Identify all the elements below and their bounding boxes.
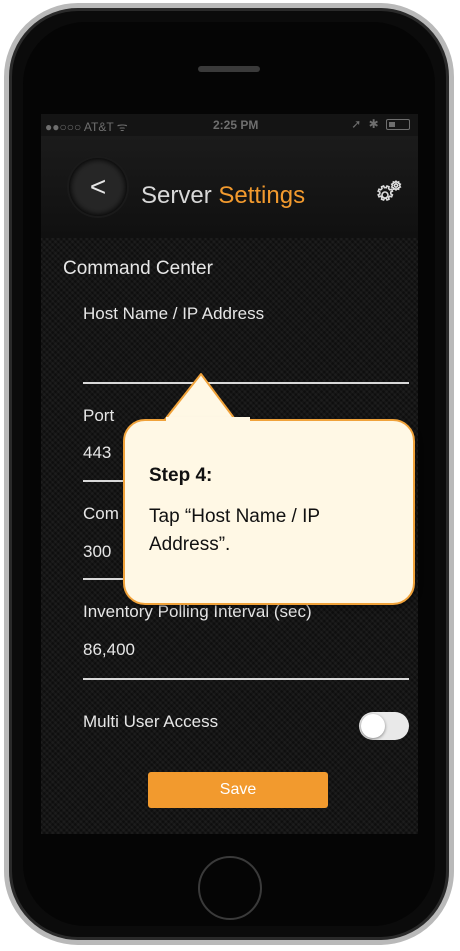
location-bluetooth-icons: ➚ ✱ [351,117,381,131]
port-input[interactable]: 443 [83,443,111,463]
page-title-accent: Settings [218,182,306,209]
callout-heading: Step 4: [149,465,213,486]
battery-icon [386,119,410,131]
status-bar: ●●○○○ AT&T ᯤ 2:25 PM ➚ ✱ [41,114,418,136]
callout-body: Tap “Host Name / IP Address”. [149,506,320,555]
step-callout: Step 4: Tap “Host Name / IP Address”. [123,419,415,605]
multi-user-access-toggle[interactable] [359,712,409,740]
command-interval-input[interactable]: 300 [83,542,111,562]
multi-user-access-label: Multi User Access [83,712,219,731]
host-name-label: Host Name / IP Address [83,304,265,323]
page-title: Server Settings [141,182,305,210]
carrier-signal: ●●○○○ AT&T ᯤ [45,120,128,134]
inventory-polling-input[interactable]: 86,400 [83,640,135,660]
inventory-polling-label: Inventory Polling Interval (sec) [83,602,312,621]
command-interval-label: Com [83,504,119,523]
chevron-left-icon: < [89,171,107,202]
status-time: 2:25 PM [213,118,259,132]
gear-icon[interactable] [374,178,404,208]
toggle-knob [361,714,385,738]
page-title-main: Server [141,182,212,209]
navigation-bar: < Server Settings [41,136,418,238]
status-indicators: ➚ ✱ [351,117,410,131]
section-title: Command Center [63,258,213,279]
inventory-polling-underline [83,678,409,680]
save-button[interactable]: Save [148,772,328,808]
port-label: Port [83,406,115,425]
home-button[interactable] [198,856,262,920]
callout-pointer [163,373,238,423]
callout-pointer-join [166,417,250,423]
back-button[interactable]: < [69,158,127,216]
earpiece-speaker [198,66,260,72]
